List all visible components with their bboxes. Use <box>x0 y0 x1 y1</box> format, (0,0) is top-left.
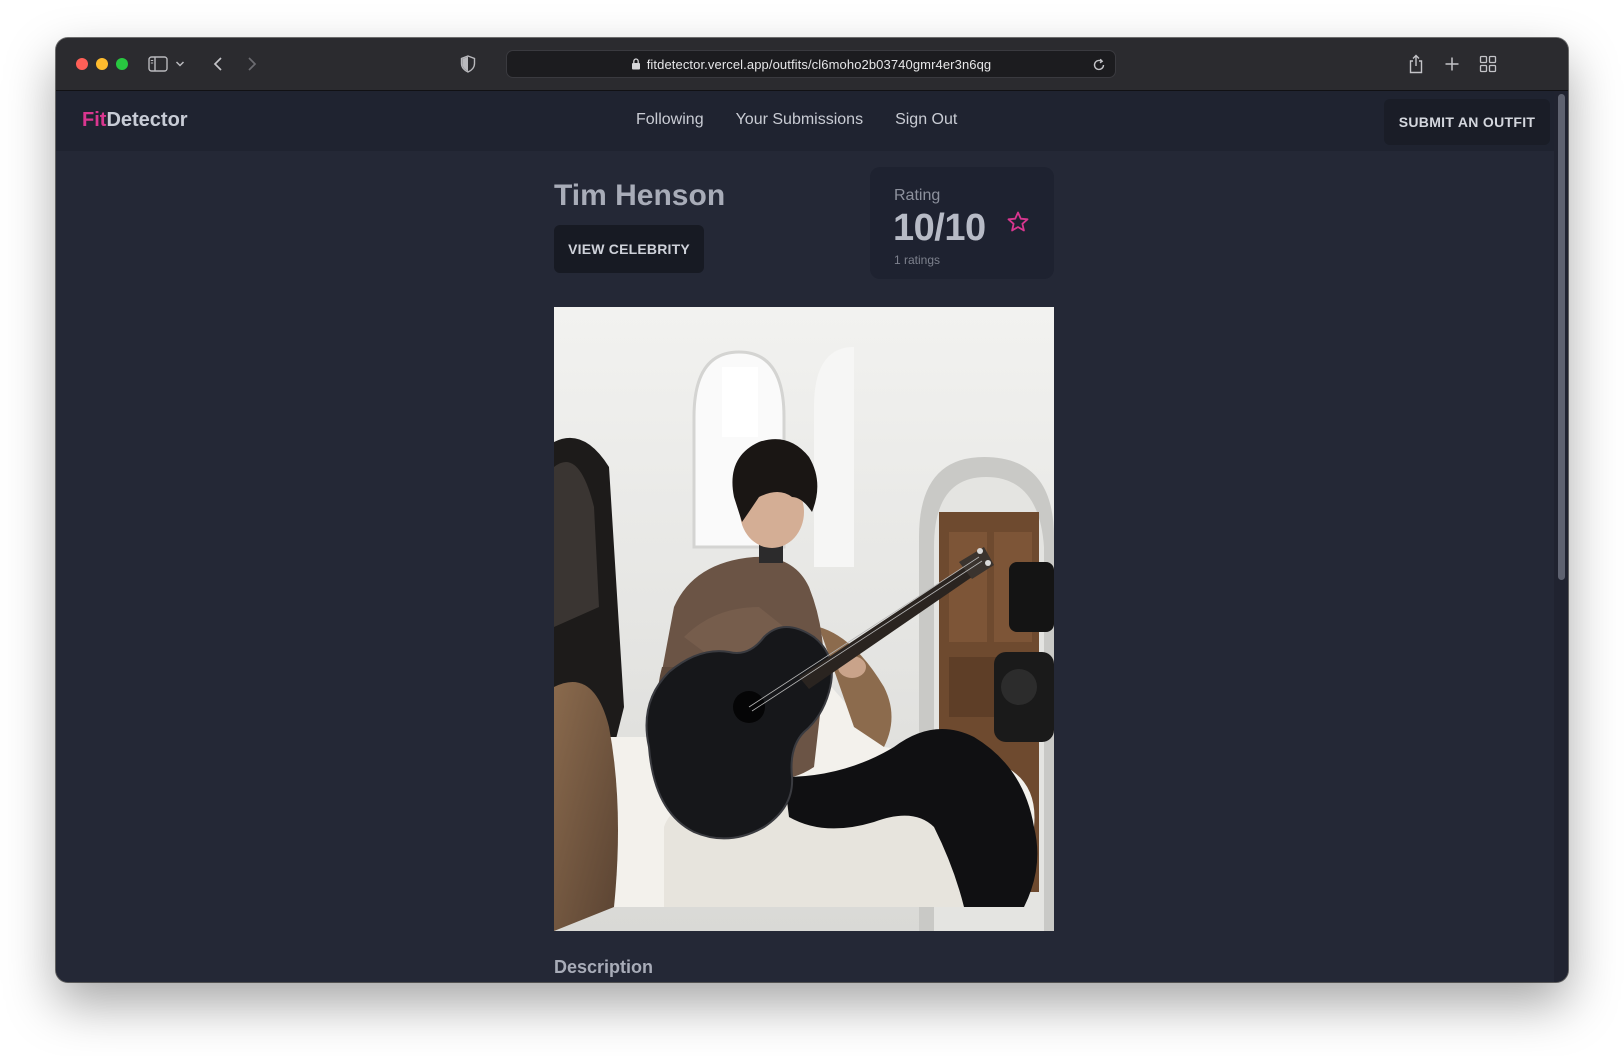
celebrity-name: Tim Henson <box>554 179 726 212</box>
sidebar-icon[interactable] <box>146 52 170 76</box>
nav-links: Following Your Submissions Sign Out <box>636 111 989 129</box>
maximize-window-button[interactable] <box>116 58 128 70</box>
nav-link-following[interactable]: Following <box>636 111 704 129</box>
reload-icon[interactable] <box>1091 57 1107 73</box>
address-bar[interactable]: fitdetector.vercel.app/outfits/cl6moho2b… <box>506 50 1116 78</box>
minimize-window-button[interactable] <box>96 58 108 70</box>
rating-value: 10/10 <box>893 207 986 249</box>
rating-card: Rating 10/10 1 ratings <box>870 167 1054 279</box>
forward-icon[interactable] <box>240 52 264 76</box>
close-window-button[interactable] <box>76 58 88 70</box>
chevron-down-icon[interactable] <box>172 52 188 76</box>
back-icon[interactable] <box>206 52 230 76</box>
tab-overview-icon[interactable] <box>1476 52 1500 76</box>
scrollbar-thumb[interactable] <box>1558 94 1565 580</box>
outfit-photo <box>554 307 1054 931</box>
logo-accent-text: Fit <box>82 109 107 131</box>
nav-link-sign-out[interactable]: Sign Out <box>895 111 957 129</box>
logo-rest-text: Detector <box>106 109 188 131</box>
rating-count: 1 ratings <box>894 253 941 267</box>
star-icon[interactable] <box>1006 210 1030 234</box>
view-celebrity-button[interactable]: VIEW CELEBRITY <box>554 225 704 273</box>
submit-outfit-button[interactable]: SUBMIT AN OUTFIT <box>1384 99 1550 145</box>
nav-link-your-submissions[interactable]: Your Submissions <box>736 111 863 129</box>
browser-window: fitdetector.vercel.app/outfits/cl6moho2b… <box>56 38 1568 982</box>
browser-titlebar: fitdetector.vercel.app/outfits/cl6moho2b… <box>56 38 1568 91</box>
lock-icon <box>631 58 641 70</box>
url-text[interactable]: fitdetector.vercel.app/outfits/cl6moho2b… <box>647 57 992 72</box>
site-navbar: FitDetector Following Your Submissions S… <box>56 91 1554 151</box>
rating-label: Rating <box>894 187 941 204</box>
site-logo[interactable]: FitDetector <box>82 109 188 132</box>
web-page: FitDetector Following Your Submissions S… <box>56 91 1554 982</box>
shield-icon[interactable] <box>456 52 480 76</box>
new-tab-icon[interactable] <box>1440 52 1464 76</box>
description-title: Description <box>554 957 654 977</box>
share-icon[interactable] <box>1404 52 1428 76</box>
